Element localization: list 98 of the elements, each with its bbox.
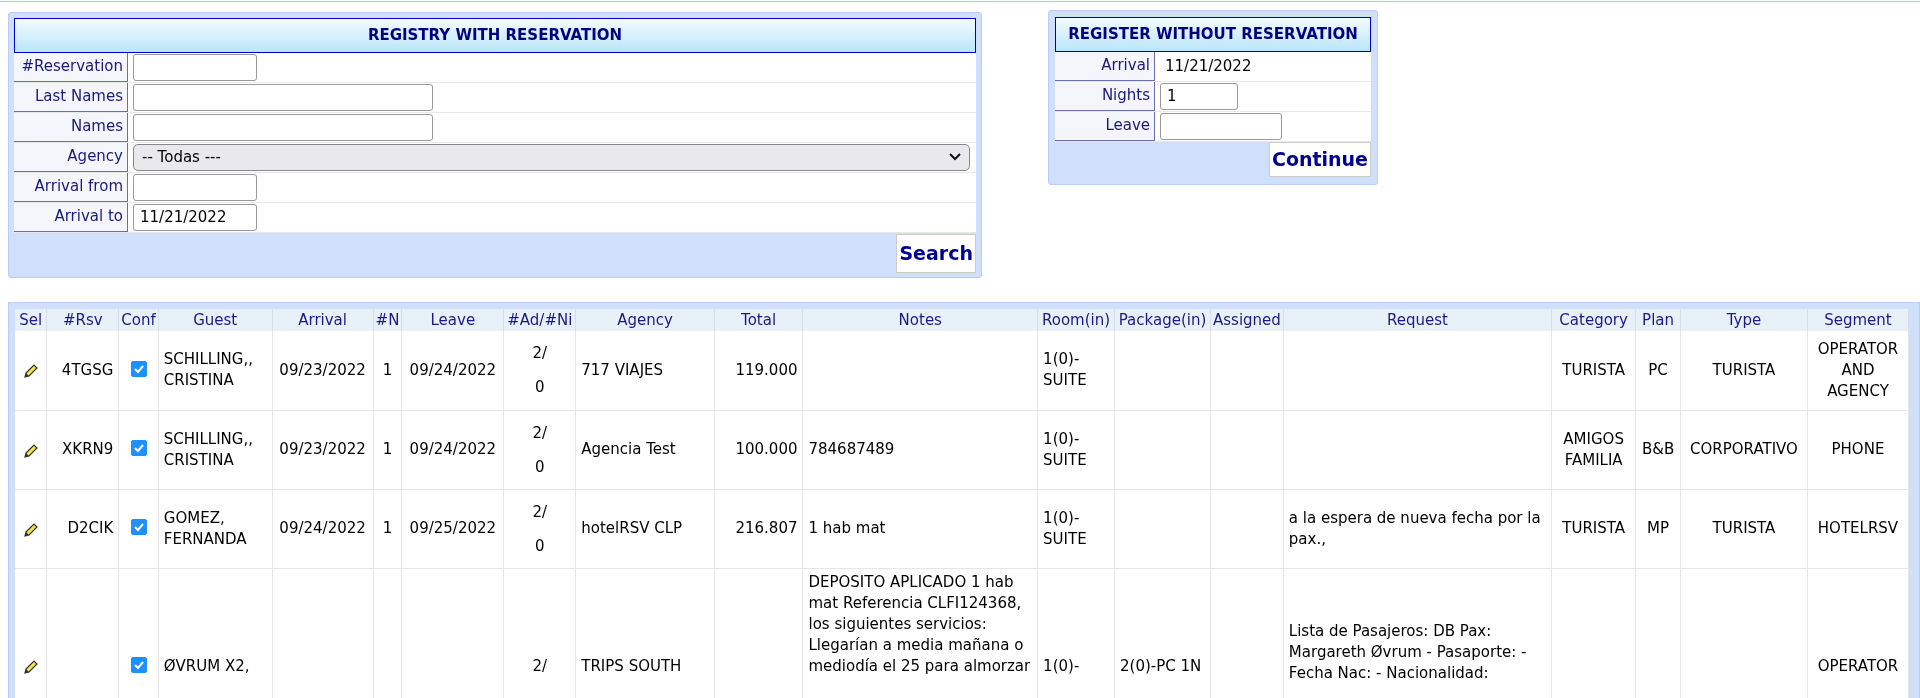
column-header: Total [741,310,777,329]
table-cell: D2CIK [67,519,114,537]
text-field[interactable] [1160,112,1282,140]
column-header: Agency [617,310,673,329]
table-cell: SCHILLING,, CRISTINA [163,429,253,469]
table-cell: 1 hab mat [808,519,886,537]
table-cell: PHONE [1831,440,1885,458]
column-header: Sel [19,310,43,329]
table-cell: hotelRSV CLP [581,519,683,537]
column-header: #N [375,310,400,329]
table-cell: TRIPS SOUTH [581,656,682,675]
table-cell: TURISTA [1712,519,1776,537]
table-cell: 09/23/2022 [279,360,366,379]
table-cell: 119.000 [735,360,798,379]
table-cell: Lista de Pasajeros: DB Pax: Margareth Øvrum - Pasaporte: - Fecha Nac: - Nacionalidad: [1288,621,1527,682]
table-cell: 1(0)- SUITE [1043,350,1087,390]
column-header: Package(in) [1118,310,1207,329]
table-cell: MP [1647,519,1670,537]
table-cell: 784687489 [808,440,895,458]
table-cell: 216.807 [735,519,798,537]
field-label: Nights [1055,81,1155,111]
column-header: Leave [430,310,476,329]
table-cell: 2/ 0 [532,502,548,555]
table-cell: AMIGOS FAMILIA [1563,429,1624,469]
table-cell: 1 [382,360,393,379]
field-label: Agency [14,142,128,172]
column-header: Guest [193,310,238,329]
table-cell: 1 [382,440,393,458]
continue-button[interactable]: Continue [1268,141,1371,177]
panel-title: REGISTER WITHOUT RESERVATION [1055,17,1371,52]
field-label: #Reservation [14,52,128,82]
pencil-icon[interactable] [22,658,39,674]
column-header: Arrival [298,310,347,329]
text-field[interactable] [133,113,433,141]
field-label: Arrival [1055,51,1155,81]
table-cell: SCHILLING,, CRISTINA [163,350,253,390]
table-cell: TURISTA [1562,519,1625,537]
column-header: Assigned [1213,310,1281,329]
table-cell: 4TGSG [61,360,114,379]
table-cell: TURISTA [1562,360,1625,379]
table-cell: 1 [382,519,393,537]
table-cell: TURISTA [1712,360,1776,379]
text-field[interactable] [133,83,433,111]
table-cell: HOTELRSV [1817,519,1899,537]
table-cell: 2/ 0 [532,344,548,397]
table-cell: 1(0)- SUITE [1043,429,1087,469]
field-value: 11/21/2022 [1164,55,1253,77]
table-cell: 717 VIAJES [581,360,664,379]
column-header: Request [1387,310,1448,329]
column-header: Notes [898,310,942,329]
table-cell: DEPOSITO APLICADO 1 hab mat Referencia CLFI124368, los siguientes servicios: Llegarían a media mañana o mediodía el 25 para almorzar [808,572,1031,675]
search-button[interactable]: Search [896,233,976,273]
column-header: Type [1726,310,1762,329]
agency-select[interactable]: -- Todas --- [133,143,970,171]
field-label: Last Names [14,82,128,112]
pencil-icon[interactable] [22,362,39,379]
column-header: Plan [1642,310,1674,329]
confirmed-checkbox[interactable] [130,440,147,456]
table-cell: ØVRUM X2, [163,656,250,675]
field-label: Leave [1055,111,1155,141]
table-cell: 2/ [532,657,548,675]
table-cell: Agencia Test [581,440,676,458]
text-field[interactable]: 11/21/2022 [133,203,257,231]
table-cell: PC [1648,360,1668,379]
text-field[interactable] [133,173,257,201]
table-cell: 09/24/2022 [409,440,497,458]
column-header: Room(in) [1042,310,1111,329]
text-field[interactable] [133,53,257,81]
table-cell: B&B [1641,440,1675,458]
field-label: Arrival from [14,172,128,202]
table-cell: 09/24/2022 [409,360,497,379]
table-cell: a la espera de nueva fecha por la pax., [1288,508,1541,548]
table-cell: 100.000 [735,440,798,458]
table-cell: 09/23/2022 [279,440,366,458]
confirmed-checkbox[interactable] [130,360,147,377]
table-cell: CORPORATIVO [1690,440,1798,458]
table-cell: 2/ 0 [532,423,548,476]
table-cell: 2(0)-PC 1N [1120,656,1202,675]
confirmed-checkbox[interactable] [130,656,147,673]
table-cell: OPERATOR AND AGENCY [1817,339,1899,400]
column-header: Conf [121,310,156,329]
chevron-down-icon [949,153,961,161]
panel-title: REGISTRY WITH RESERVATION [14,18,976,53]
field-label: Names [14,112,128,142]
table-cell: 09/25/2022 [409,519,497,537]
column-header: Category [1559,310,1628,329]
column-header: Segment [1824,310,1892,329]
table-cell: 1(0)- [1043,656,1080,675]
table-cell: GOMEZ, FERNANDA [163,508,247,548]
table-cell: 09/24/2022 [279,519,366,537]
field-label: Arrival to [14,202,128,232]
text-field[interactable]: 1 [1160,82,1238,110]
confirmed-checkbox[interactable] [130,519,147,535]
column-header: #Rsv [63,310,103,329]
table-cell: OPERATOR [1817,656,1899,675]
column-header: #Ad/#Ni [507,310,573,329]
table-cell: XKRN9 [62,440,114,458]
table-cell: 1(0)- SUITE [1043,508,1087,548]
